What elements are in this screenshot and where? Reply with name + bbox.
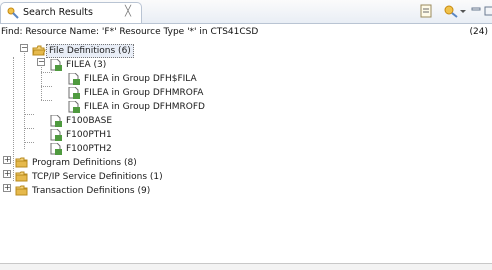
tree-line bbox=[41, 72, 52, 73]
collapse-toggle[interactable]: − bbox=[37, 58, 45, 66]
search-summary: Find: Resource Name: 'F*' Resource Type … bbox=[0, 24, 492, 41]
file-definition-icon bbox=[50, 59, 62, 71]
tree-line bbox=[24, 48, 25, 100]
expand-toggle[interactable]: + bbox=[3, 156, 11, 164]
expand-toggle[interactable]: + bbox=[3, 170, 11, 178]
folder-icon bbox=[15, 185, 28, 196]
file-definition-icon bbox=[68, 87, 80, 99]
file-definition-icon bbox=[50, 115, 62, 127]
close-icon[interactable]: ╳ bbox=[125, 6, 131, 17]
file-definition-icon bbox=[50, 129, 62, 141]
folder-icon bbox=[15, 157, 28, 168]
minimize-icon[interactable] bbox=[471, 4, 481, 18]
search-results-icon bbox=[7, 7, 19, 19]
expand-toggle[interactable]: + bbox=[3, 184, 11, 192]
view-tab-bar: Search Results ╳ bbox=[0, 0, 492, 24]
result-count: (24) bbox=[469, 27, 488, 37]
tab-search-results[interactable]: Search Results ╳ bbox=[0, 2, 142, 23]
results-tree: − File Definitions (6) − FILEA (3) FILEA… bbox=[3, 43, 205, 196]
tree-line bbox=[41, 86, 52, 87]
file-definition-icon bbox=[50, 143, 62, 155]
chevron-down-icon[interactable] bbox=[460, 4, 466, 18]
maximize-icon[interactable] bbox=[484, 4, 492, 18]
tree-line bbox=[13, 57, 14, 181]
file-definition-icon bbox=[68, 73, 80, 85]
tree-line bbox=[24, 114, 34, 115]
folder-icon bbox=[15, 171, 28, 182]
search-query-text: Find: Resource Name: 'F*' Resource Type … bbox=[1, 27, 259, 37]
folder-open-icon bbox=[32, 45, 46, 56]
tree-line bbox=[24, 142, 34, 143]
view-menu-icon[interactable] bbox=[419, 4, 433, 18]
tree-line bbox=[24, 128, 34, 129]
file-definition-icon bbox=[68, 101, 80, 113]
tree-line bbox=[41, 65, 42, 100]
collapse-toggle[interactable]: − bbox=[20, 44, 28, 52]
search-history-icon[interactable] bbox=[443, 4, 459, 18]
tab-title: Search Results bbox=[23, 7, 93, 18]
tree-line bbox=[41, 100, 52, 101]
view-bottom-border bbox=[0, 263, 492, 270]
